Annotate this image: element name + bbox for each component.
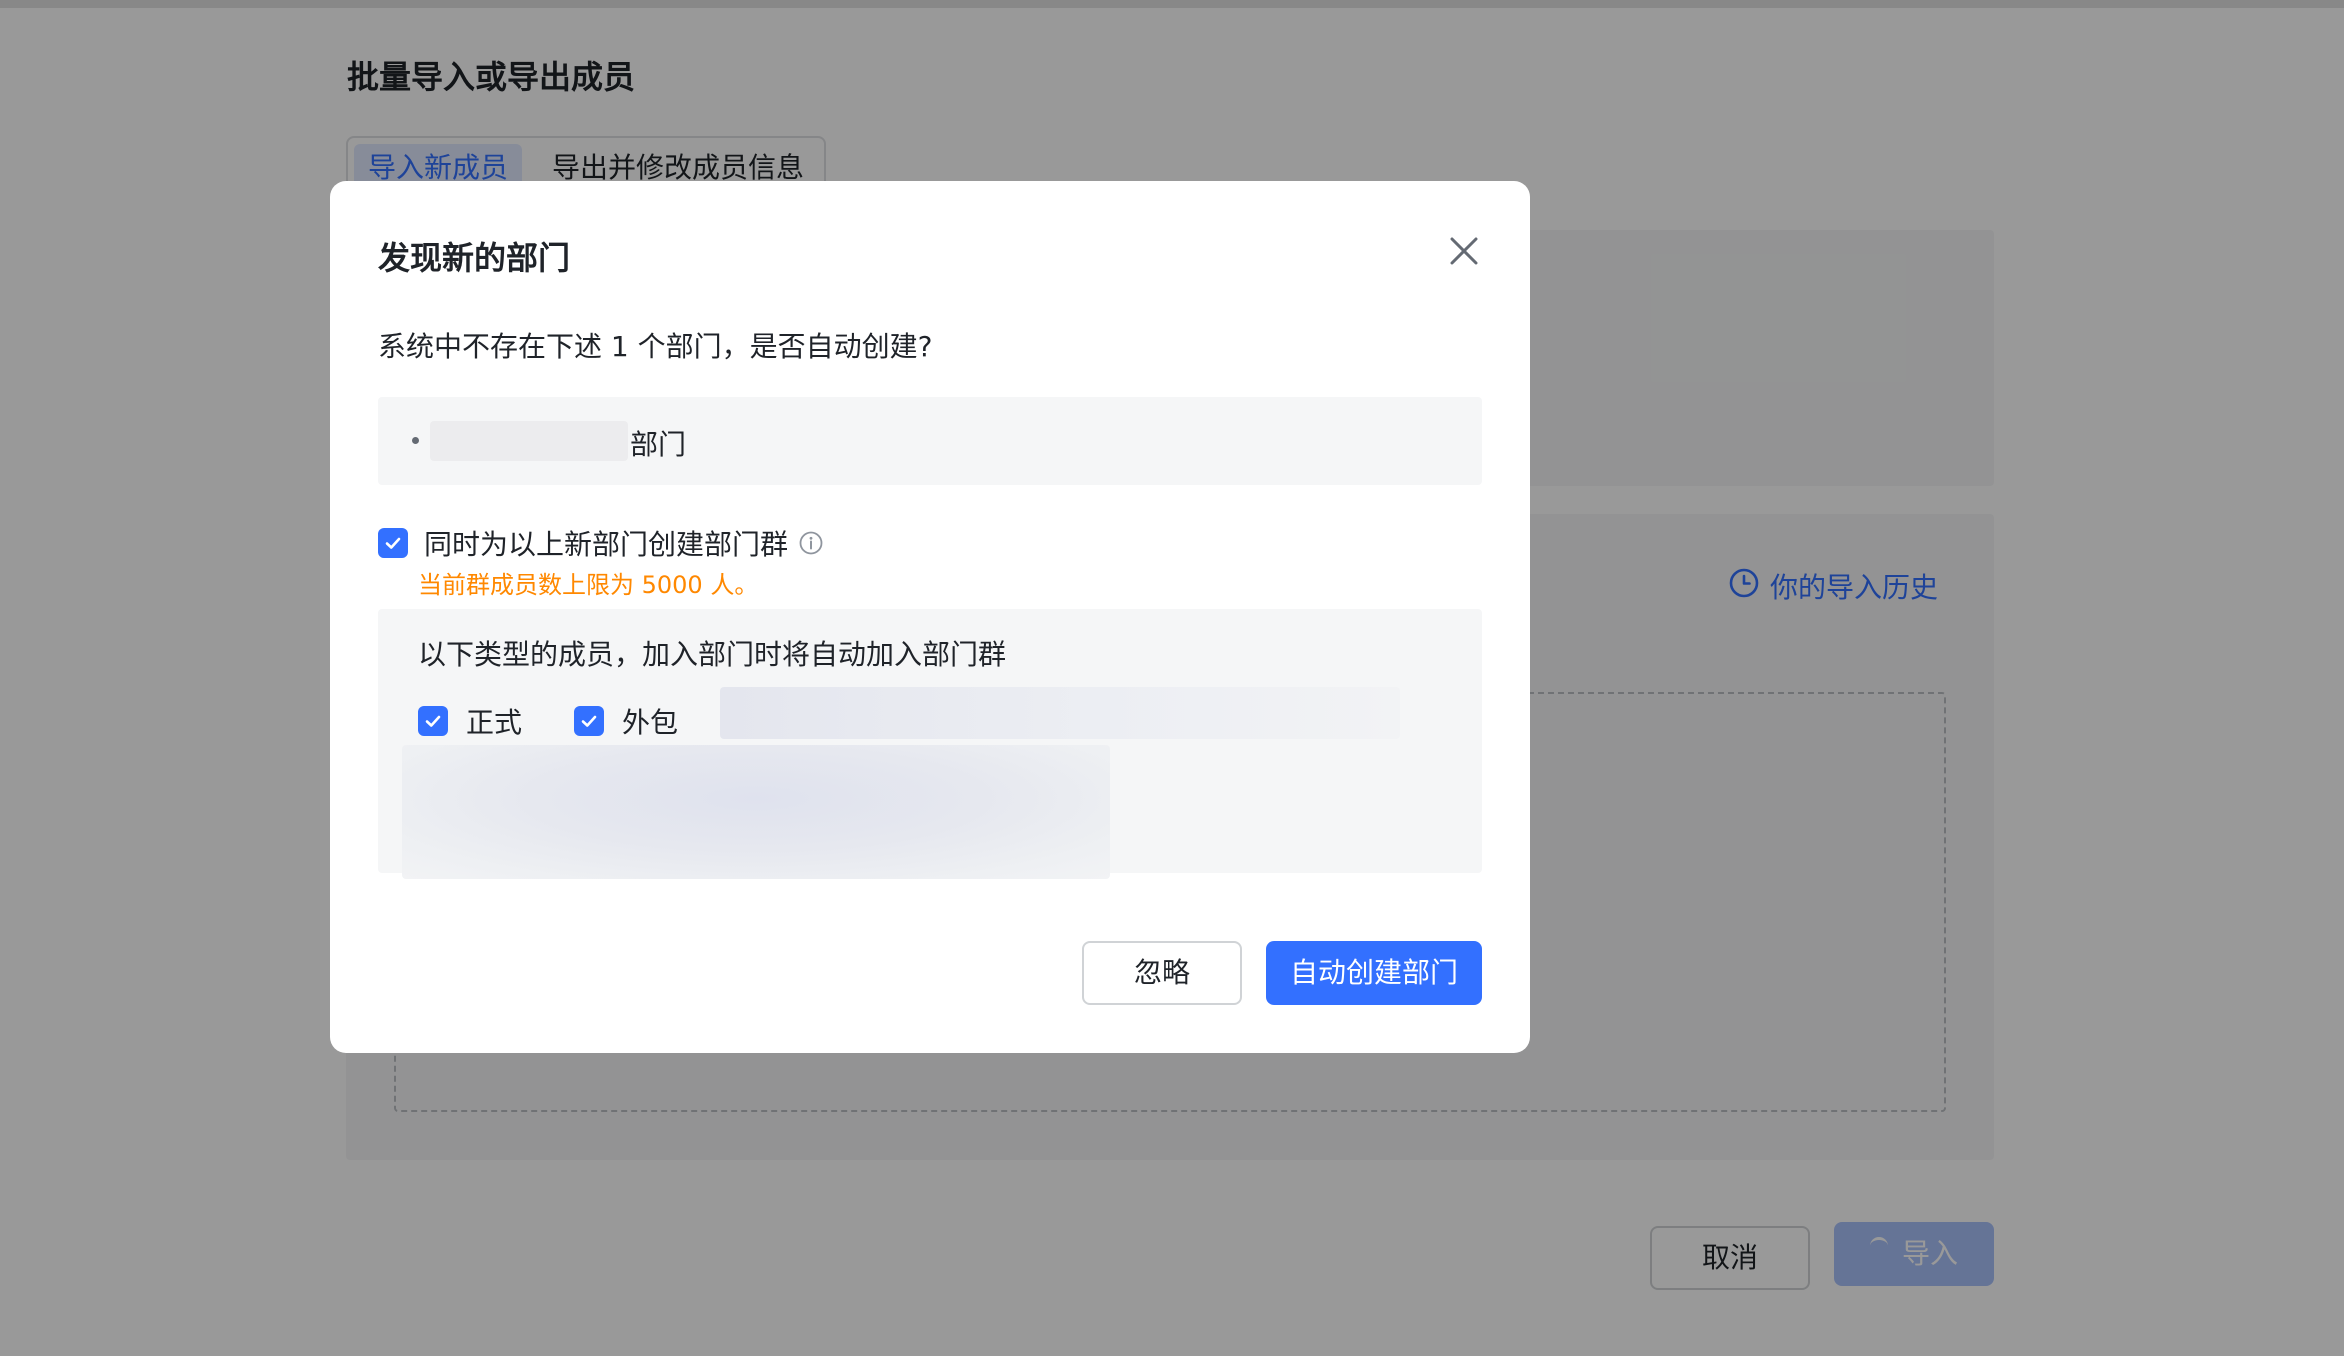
member-type-regular[interactable]: 正式	[418, 701, 522, 741]
department-suffix: 部门	[630, 428, 687, 461]
checkmark-icon	[581, 715, 597, 727]
member-types-title: 以下类型的成员，加入部门时将自动加入部门群	[418, 638, 1007, 671]
create-group-option[interactable]: 同时为以上新部门创建部门群	[378, 523, 824, 563]
close-icon[interactable]	[1442, 229, 1486, 273]
redacted-department-name	[430, 421, 628, 461]
member-type-outsource[interactable]: 外包	[574, 701, 678, 741]
list-bullet	[412, 437, 419, 444]
redacted-region	[402, 745, 1110, 879]
outsource-checkbox[interactable]	[574, 706, 604, 736]
create-group-checkbox[interactable]	[378, 528, 408, 558]
create-group-label: 同时为以上新部门创建部门群	[424, 528, 789, 561]
outsource-label: 外包	[622, 706, 679, 739]
regular-checkbox[interactable]	[418, 706, 448, 736]
checkmark-icon	[425, 715, 441, 727]
info-icon[interactable]	[798, 530, 824, 556]
checkmark-icon	[385, 537, 401, 549]
dialog-title: 发现新的部门	[378, 239, 571, 277]
new-department-dialog: 发现新的部门 系统中不存在下述 1 个部门，是否自动创建? 部门 同时为以上新部…	[330, 181, 1530, 1053]
department-list: 部门	[378, 397, 1482, 485]
ignore-button[interactable]: 忽略	[1082, 941, 1242, 1005]
group-limit-note: 当前群成员数上限为 5000 人。	[418, 571, 759, 599]
regular-label: 正式	[466, 706, 523, 739]
auto-create-department-button[interactable]: 自动创建部门	[1266, 941, 1482, 1005]
redacted-region	[720, 687, 1400, 739]
member-types-box: 以下类型的成员，加入部门时将自动加入部门群 正式 外包	[378, 609, 1482, 879]
dialog-description: 系统中不存在下述 1 个部门，是否自动创建?	[378, 330, 933, 363]
